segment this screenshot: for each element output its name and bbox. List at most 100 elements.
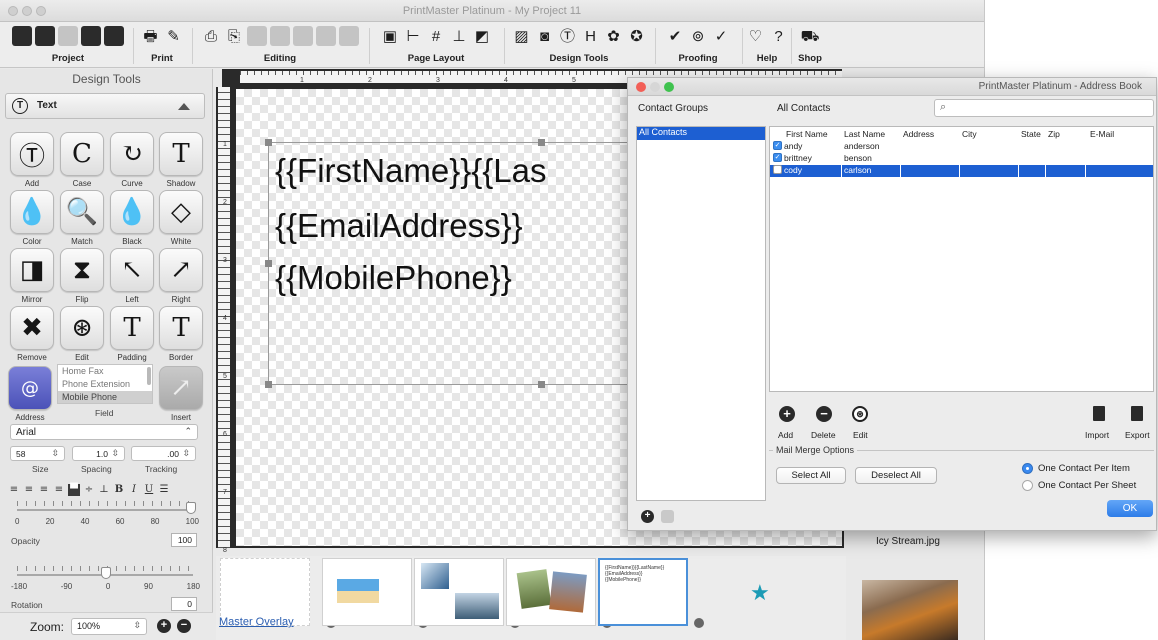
- field-option[interactable]: Home Fax: [58, 365, 152, 378]
- column-header[interactable]: Last Name: [844, 129, 885, 139]
- column-header[interactable]: First Name: [786, 129, 828, 139]
- resize-handle[interactable]: [265, 139, 272, 146]
- tool-edit[interactable]: ⊛ Edit: [60, 306, 104, 362]
- ok-button[interactable]: OK: [1107, 500, 1153, 517]
- contact-checkbox[interactable]: ✓: [773, 153, 782, 162]
- edit-contact-icon[interactable]: ⊛: [852, 406, 868, 422]
- table-row[interactable]: ✓ andy anderson: [770, 141, 1153, 153]
- opacity-slider-thumb[interactable]: [186, 502, 196, 514]
- background-icon[interactable]: ◩: [472, 26, 492, 46]
- tool-border[interactable]: T Border: [159, 306, 203, 362]
- star-icon[interactable]: ★: [750, 580, 770, 606]
- photo-icon[interactable]: ◙: [535, 26, 555, 46]
- ruler-icon[interactable]: ⊢: [403, 26, 423, 46]
- stepper-icon[interactable]: ⇳: [182, 448, 190, 459]
- tool-add[interactable]: Ⓣ Add: [10, 132, 54, 188]
- master-overlay-link[interactable]: Master Overlay: [219, 616, 294, 628]
- align-center-icon[interactable]: ≡: [23, 484, 35, 496]
- document-icon[interactable]: [104, 26, 124, 46]
- select-all-button[interactable]: Select All: [776, 467, 846, 484]
- print-settings-icon[interactable]: ✎: [164, 26, 184, 46]
- undo-icon[interactable]: [293, 26, 313, 46]
- tool-padding[interactable]: T Padding: [110, 306, 154, 362]
- align-right-icon[interactable]: ≡: [38, 484, 50, 496]
- tool-mirror[interactable]: ◨ Mirror: [10, 248, 54, 304]
- stepper-icon[interactable]: ⇳: [111, 448, 119, 459]
- copy-icon[interactable]: ⎘: [224, 26, 244, 46]
- table-row-selected[interactable]: cody carlson: [770, 165, 1153, 177]
- select-all-icon[interactable]: [339, 26, 359, 46]
- lightbulb-icon[interactable]: ♡: [746, 26, 766, 46]
- valign-top-icon[interactable]: ▀: [68, 484, 80, 496]
- redo-icon[interactable]: [316, 26, 336, 46]
- one-per-sheet-label[interactable]: One Contact Per Sheet: [1038, 480, 1136, 491]
- shapes-icon[interactable]: ✿: [604, 26, 624, 46]
- bold-icon[interactable]: B: [113, 484, 125, 496]
- rotation-value[interactable]: 0: [171, 597, 197, 611]
- delete-contact-icon[interactable]: −: [816, 406, 832, 422]
- insert-tool[interactable]: ↗ Insert: [159, 366, 203, 422]
- text-tool-icon[interactable]: Ⓣ: [558, 26, 578, 46]
- check-icon[interactable]: ✓: [711, 26, 731, 46]
- tool-left[interactable]: ↖ Left: [110, 248, 154, 304]
- add-contact-icon[interactable]: +: [779, 406, 795, 422]
- contact-checkbox[interactable]: ✓: [773, 141, 782, 150]
- deselect-all-button[interactable]: Deselect All: [855, 467, 937, 484]
- align-left-icon[interactable]: ≡: [8, 484, 20, 496]
- tool-case[interactable]: C Case: [60, 132, 104, 188]
- printer-icon[interactable]: 🖶: [141, 26, 161, 46]
- save-project-icon[interactable]: [58, 26, 78, 46]
- resize-handle[interactable]: [538, 139, 545, 146]
- column-header[interactable]: Zip: [1048, 129, 1060, 139]
- spell-check-icon[interactable]: ✔: [665, 26, 685, 46]
- cut-icon[interactable]: ⎙: [201, 26, 221, 46]
- tool-white[interactable]: ◇ White: [159, 190, 203, 246]
- resize-handle[interactable]: [265, 381, 272, 388]
- resize-handle[interactable]: [265, 260, 272, 267]
- font-select[interactable]: Arial ⌃: [10, 424, 198, 440]
- rotation-slider-thumb[interactable]: [101, 567, 111, 579]
- address-tool[interactable]: @ Address: [8, 366, 52, 422]
- page-thumbnail[interactable]: [322, 558, 412, 626]
- new-project-icon[interactable]: [12, 26, 32, 46]
- icy-stream-thumbnail[interactable]: [862, 580, 958, 640]
- size-field[interactable]: 58 ⇳: [10, 446, 65, 461]
- italic-icon[interactable]: I: [128, 484, 140, 496]
- tool-match[interactable]: 🔍 Match: [60, 190, 104, 246]
- tool-shadow[interactable]: T Shadow: [159, 132, 203, 188]
- spacing-field[interactable]: 1.0 ⇳: [72, 446, 125, 461]
- table-row[interactable]: ✓ brittney benson: [770, 153, 1153, 165]
- image-icon[interactable]: ▨: [512, 26, 532, 46]
- group-item-all-contacts[interactable]: All Contacts: [637, 127, 765, 140]
- valign-middle-icon[interactable]: ÷: [83, 484, 95, 496]
- list-icon[interactable]: ☰: [158, 484, 170, 496]
- delete-icon[interactable]: [270, 26, 290, 46]
- tool-right[interactable]: ↗ Right: [159, 248, 203, 304]
- column-header[interactable]: State: [1021, 129, 1041, 139]
- align-icon[interactable]: ⊥: [449, 26, 469, 46]
- field-option[interactable]: Phone Extension: [58, 378, 152, 391]
- one-per-sheet-radio[interactable]: [1022, 480, 1033, 491]
- contact-checkbox[interactable]: [773, 165, 782, 174]
- collapse-icon[interactable]: [178, 103, 190, 110]
- tool-flip[interactable]: ⧗ Flip: [60, 248, 104, 304]
- page-icon[interactable]: ▣: [380, 26, 400, 46]
- field-option-selected[interactable]: Mobile Phone: [58, 391, 152, 403]
- grid-icon[interactable]: #: [426, 26, 446, 46]
- question-icon[interactable]: ?: [769, 26, 789, 46]
- import-icon[interactable]: [1093, 406, 1105, 421]
- resize-handle[interactable]: [538, 381, 545, 388]
- column-header[interactable]: City: [962, 129, 977, 139]
- paste-icon[interactable]: [247, 26, 267, 46]
- column-header[interactable]: E-Mail: [1090, 129, 1114, 139]
- field-list-scrollbar[interactable]: [147, 367, 151, 385]
- one-per-item-radio[interactable]: [1022, 463, 1033, 474]
- opacity-slider[interactable]: [17, 509, 193, 511]
- proof-icon[interactable]: ⊚: [688, 26, 708, 46]
- tracking-field[interactable]: .00 ⇳: [131, 446, 196, 461]
- column-header[interactable]: Address: [903, 129, 934, 139]
- zoom-in-icon[interactable]: +: [157, 619, 171, 633]
- field-list[interactable]: Home Fax Phone Extension Mobile Phone: [57, 364, 153, 404]
- tool-curve[interactable]: ↻ Curve: [110, 132, 154, 188]
- effects-icon[interactable]: ✪: [627, 26, 647, 46]
